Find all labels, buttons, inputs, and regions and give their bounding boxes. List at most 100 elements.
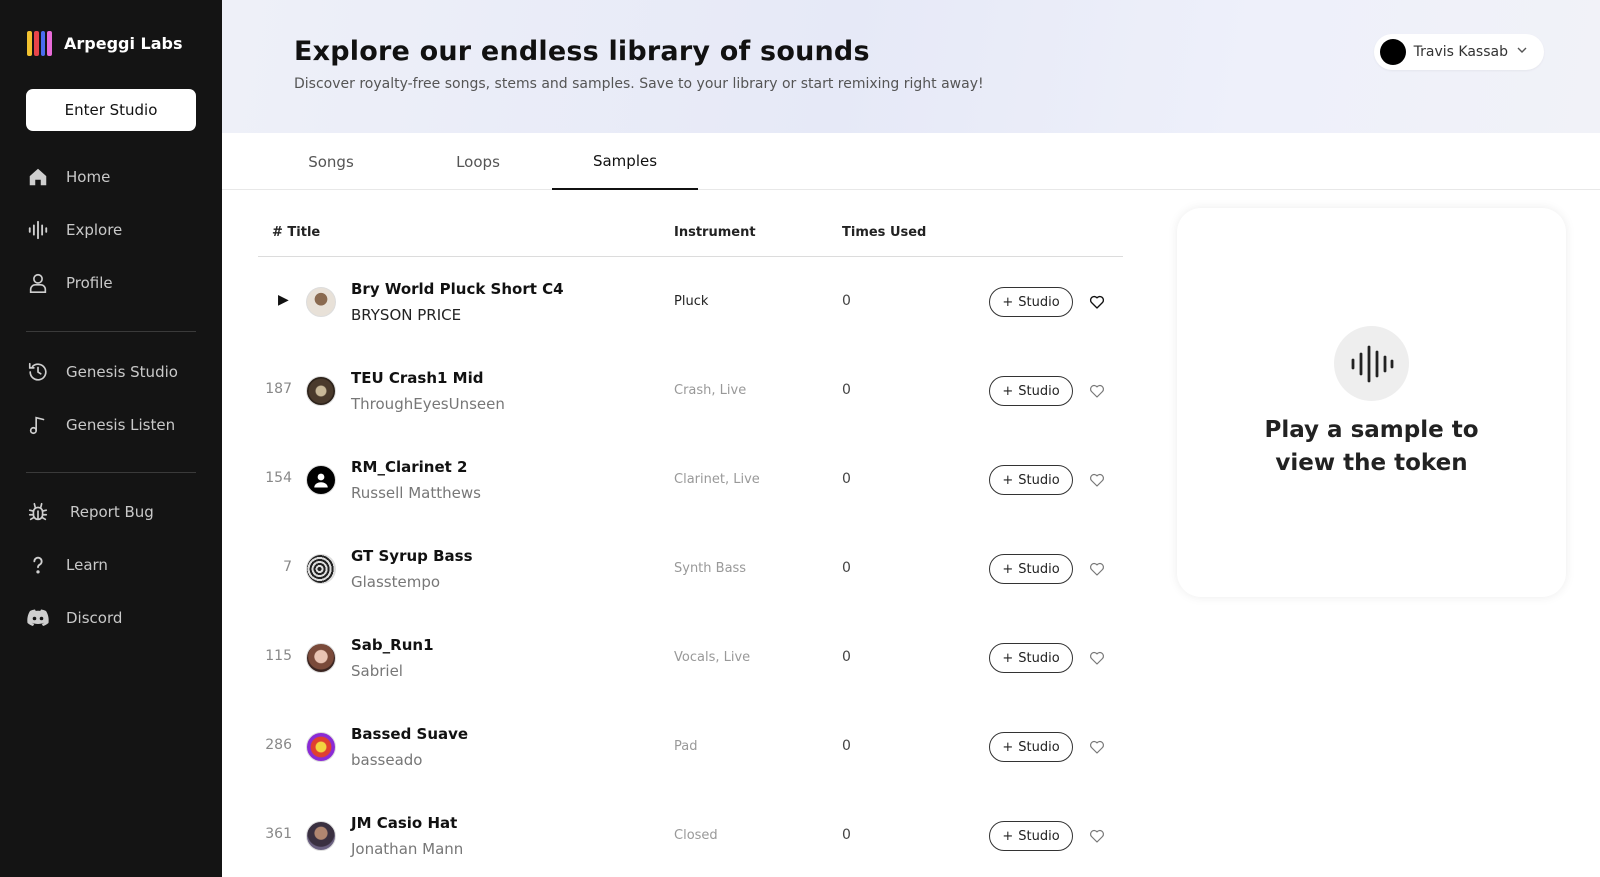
sidebar-item-genesis-listen[interactable]: Genesis Listen [26,413,175,437]
studio-button-label: Studio [1018,739,1060,755]
sample-instrument: Pluck [674,294,709,309]
token-preview-card: Play a sample to view the token [1177,208,1566,597]
add-to-studio-button[interactable]: + Studio [989,732,1073,762]
enter-studio-button[interactable]: Enter Studio [26,89,196,131]
waveform-icon [26,218,50,242]
sidebar-item-home[interactable]: Home [26,165,110,189]
sample-title[interactable]: Sab_Run1 [351,636,434,654]
sample-artist[interactable]: Glasstempo [351,573,440,591]
add-to-studio-button[interactable]: + Studio [989,287,1073,317]
home-icon [26,165,50,189]
table-row[interactable]: 361 JM Casio Hat Jonathan Mann Closed 0 … [258,792,1123,877]
add-to-studio-button[interactable]: + Studio [989,821,1073,851]
sample-thumbnail [306,287,336,317]
music-note-icon [26,413,50,437]
row-number: 361 [265,826,292,842]
table-row[interactable]: 7 GT Syrup Bass Glasstempo Synth Bass 0 … [258,525,1123,614]
sample-thumbnail [306,554,336,584]
history-icon [26,360,50,384]
sidebar-item-profile[interactable]: Profile [26,271,113,295]
sample-instrument: Closed [674,828,718,843]
sample-times-used: 0 [842,293,851,309]
sidebar-item-explore[interactable]: Explore [26,218,122,242]
plus-icon: + [1002,472,1014,488]
studio-button-label: Studio [1018,383,1060,399]
page-title: Explore our endless library of sounds [294,36,870,67]
plus-icon: + [1002,561,1014,577]
tab-songs[interactable]: Songs [258,133,404,190]
plus-icon: + [1002,650,1014,666]
sample-times-used: 0 [842,649,851,665]
sample-artist[interactable]: BRYSON PRICE [351,306,461,324]
sample-times-used: 0 [842,738,851,754]
sidebar-item-label: Home [66,168,111,186]
plus-icon: + [1002,739,1014,755]
category-tabs: Songs Loops Samples [222,133,1600,190]
brand[interactable]: Arpeggi Labs [27,31,183,56]
heart-icon[interactable] [1088,649,1106,667]
add-to-studio-button[interactable]: + Studio [989,554,1073,584]
heart-icon[interactable] [1088,560,1106,578]
sample-title[interactable]: GT Syrup Bass [351,547,473,565]
table-row[interactable]: 115 Sab_Run1 Sabriel Vocals, Live 0 + Stu… [258,614,1123,703]
sample-title[interactable]: Bassed Suave [351,725,468,743]
sample-instrument: Clarinet, Live [674,472,760,487]
sidebar-item-report-bug[interactable]: Report Bug [26,500,154,524]
sample-title[interactable]: JM Casio Hat [351,814,457,832]
plus-icon: + [1002,828,1014,844]
heart-icon[interactable] [1088,827,1106,845]
play-icon[interactable]: ▶ [278,292,289,308]
sample-artist[interactable]: Russell Matthews [351,484,481,502]
table-row[interactable]: ▶ Bry World Pluck Short C4 BRYSON PRICE … [258,258,1123,347]
sidebar-item-label: Profile [66,274,113,292]
sample-artist[interactable]: Sabriel [351,662,403,680]
plus-icon: + [1002,294,1014,310]
row-number: 187 [265,381,292,397]
row-number: 115 [265,648,292,664]
add-to-studio-button[interactable]: + Studio [989,376,1073,406]
sidebar-item-label: Genesis Studio [66,363,178,381]
add-to-studio-button[interactable]: + Studio [989,643,1073,673]
chevron-down-icon [1516,44,1528,60]
sample-artist[interactable]: ThroughEyesUnseen [351,395,505,413]
sidebar: Arpeggi Labs Enter Studio Home Explore P… [0,0,222,877]
discord-icon [26,606,50,630]
sample-title[interactable]: RM_Clarinet 2 [351,458,467,476]
sidebar-divider [26,472,196,473]
table-row[interactable]: 187 TEU Crash1 Mid ThroughEyesUnseen Cra… [258,347,1123,436]
studio-button-label: Studio [1018,650,1060,666]
sample-title[interactable]: Bry World Pluck Short C4 [351,280,564,298]
sample-thumbnail [306,821,336,851]
table-row[interactable]: 154 RM_Clarinet 2 Russell Matthews Clari… [258,436,1123,525]
sample-artist[interactable]: basseado [351,751,422,769]
sample-thumbnail [306,465,336,495]
sidebar-item-label: Discord [66,609,123,627]
heart-icon[interactable] [1088,738,1106,756]
sidebar-item-learn[interactable]: Learn [26,553,108,577]
person-icon [26,271,50,295]
sidebar-item-discord[interactable]: Discord [26,606,122,630]
heart-icon[interactable] [1088,471,1106,489]
user-name: Travis Kassab [1413,44,1508,60]
page-header: Explore our endless library of sounds Di… [222,0,1600,133]
sample-artist[interactable]: Jonathan Mann [351,840,463,858]
sample-thumbnail [306,643,336,673]
studio-button-label: Studio [1018,294,1060,310]
tab-samples[interactable]: Samples [552,133,698,190]
tab-loops[interactable]: Loops [405,133,551,190]
row-number: 286 [265,737,292,753]
row-number: 154 [265,470,292,486]
heart-icon[interactable] [1088,293,1106,311]
user-menu[interactable]: Travis Kassab [1373,34,1544,70]
heart-icon[interactable] [1088,382,1106,400]
add-to-studio-button[interactable]: + Studio [989,465,1073,495]
table-row[interactable]: 286 Bassed Suave basseado Pad 0 + Studio [258,703,1123,792]
sidebar-item-genesis-studio[interactable]: Genesis Studio [26,360,178,384]
sample-thumbnail [306,732,336,762]
column-header-instrument: Instrument [674,225,756,240]
sample-title[interactable]: TEU Crash1 Mid [351,369,483,387]
bug-icon [26,500,50,524]
brand-name: Arpeggi Labs [64,34,183,53]
sidebar-item-label: Explore [66,221,123,239]
page-subtitle: Discover royalty-free songs, stems and s… [294,76,984,92]
